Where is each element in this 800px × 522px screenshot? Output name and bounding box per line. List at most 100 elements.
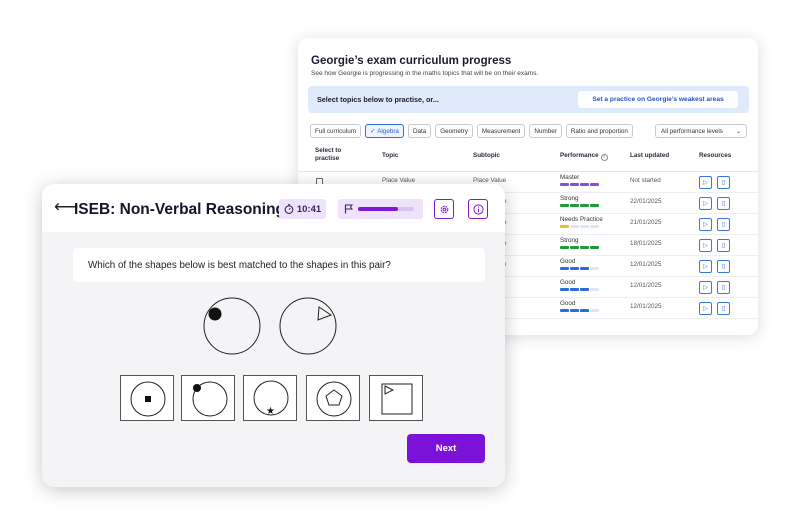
svg-text:★: ★: [266, 406, 275, 417]
play-icon[interactable]: ▷: [699, 260, 712, 273]
row-last-updated: 22/01/2025: [630, 198, 662, 205]
performance-label: Master: [560, 174, 580, 181]
performance-bars: [560, 309, 599, 312]
play-icon[interactable]: ▷: [699, 281, 712, 294]
row-subtopic: Place Value: [473, 177, 507, 184]
performance-bar-segment: [560, 288, 569, 291]
play-icon[interactable]: ▷: [699, 176, 712, 189]
option-5-shape: [381, 383, 413, 415]
book-icon[interactable]: ▯: [717, 239, 730, 252]
row-performance: Needs Practice: [560, 216, 603, 228]
row-last-updated: 12/01/2025: [630, 282, 662, 289]
performance-bar-segment: [590, 267, 599, 270]
row-last-updated: 18/01/2025: [630, 240, 662, 247]
filter-measurement[interactable]: Measurement: [476, 124, 526, 138]
performance-bars: [560, 246, 599, 249]
row-last-updated: 12/01/2025: [630, 303, 662, 310]
row-performance: Master: [560, 174, 599, 186]
book-icon[interactable]: ▯: [717, 197, 730, 210]
col-performance-label: Performance: [560, 152, 599, 159]
performance-bar-segment: [570, 183, 579, 186]
practice-banner-text: Select topics below to practise, or...: [317, 95, 439, 104]
performance-bars: [560, 204, 599, 207]
play-icon[interactable]: ▷: [699, 197, 712, 210]
practice-banner: Select topics below to practise, or... S…: [308, 86, 749, 113]
topic-filters: Full curriculum ✓ Algebra Data Geometry M…: [310, 124, 633, 138]
col-performance: Performance i: [560, 152, 608, 161]
performance-bar-segment: [560, 246, 569, 249]
weakest-areas-button[interactable]: Set a practice on Georgie’s weakest area…: [578, 91, 738, 108]
row-performance: Strong: [560, 195, 599, 207]
book-icon[interactable]: ▯: [717, 218, 730, 231]
play-icon[interactable]: ▷: [699, 302, 712, 315]
performance-bars: [560, 183, 599, 186]
performance-label: Strong: [560, 237, 579, 244]
info-icon[interactable]: i: [600, 154, 608, 161]
performance-label: Needs Practice: [560, 216, 603, 223]
example-shape-1: [203, 297, 261, 355]
filter-data[interactable]: Data: [407, 124, 432, 138]
answer-option-4[interactable]: [306, 375, 360, 421]
performance-label: Strong: [560, 195, 579, 202]
answer-option-5[interactable]: [369, 375, 423, 421]
chevron-down-icon: ⌄: [735, 128, 741, 135]
option-3-shape: ★: [253, 380, 289, 417]
play-icon[interactable]: ▷: [699, 218, 712, 231]
filter-geometry[interactable]: Geometry: [435, 124, 473, 138]
col-subtopic: Subtopic: [473, 152, 500, 159]
row-performance: Good: [560, 300, 599, 312]
performance-level-select[interactable]: All performance levels ⌄: [655, 124, 747, 138]
book-icon[interactable]: ▯: [717, 281, 730, 294]
col-topic: Topic: [382, 152, 399, 159]
performance-label: Good: [560, 258, 576, 265]
filter-algebra-label: Algebra: [377, 127, 399, 135]
performance-bar-segment: [590, 204, 599, 207]
col-updated: Last updated: [630, 152, 670, 159]
performance-bar-segment: [560, 225, 569, 228]
performance-bar-segment: [560, 204, 569, 207]
filter-number[interactable]: Number: [529, 124, 562, 138]
performance-bar-segment: [590, 183, 599, 186]
filter-full-curriculum[interactable]: Full curriculum: [310, 124, 361, 138]
performance-bar-segment: [560, 267, 569, 270]
book-icon[interactable]: ▯: [717, 176, 730, 189]
performance-bar-segment: [560, 309, 569, 312]
performance-bar-segment: [580, 288, 589, 291]
filter-algebra[interactable]: ✓ Algebra: [364, 124, 404, 138]
performance-bar-segment: [560, 183, 569, 186]
performance-bar-segment: [570, 204, 579, 207]
col-resources: Resources: [699, 152, 732, 159]
performance-bar-segment: [580, 267, 589, 270]
answer-option-3[interactable]: ★: [243, 375, 297, 421]
performance-bar-segment: [570, 288, 579, 291]
filter-ratio-proportion[interactable]: Ratio and proportion: [565, 124, 633, 138]
option-1-shape: [130, 381, 166, 417]
performance-bars: [560, 267, 599, 270]
quiz-panel: ⟵ ISEB: Non-Verbal Reasoning 10:41 Which…: [42, 184, 505, 487]
performance-bar-segment: [590, 309, 599, 312]
row-last-updated: 21/01/2025: [630, 219, 662, 226]
answer-option-2[interactable]: [181, 375, 235, 421]
table-header: Select to practise Topic Subtopic Perfor…: [298, 144, 758, 172]
row-topic: Place Value: [382, 177, 416, 184]
performance-level-value: All performance levels: [661, 127, 723, 135]
performance-bars: [560, 225, 603, 228]
performance-bar-segment: [570, 309, 579, 312]
performance-bar-segment: [590, 246, 599, 249]
example-shape-2: [279, 297, 337, 355]
performance-bar-segment: [590, 225, 599, 228]
book-icon[interactable]: ▯: [717, 302, 730, 315]
curriculum-subtitle: See how Georgie is progressing in the ma…: [311, 70, 539, 77]
play-icon[interactable]: ▷: [699, 239, 712, 252]
performance-bar-segment: [580, 183, 589, 186]
performance-bar-segment: [570, 267, 579, 270]
next-button[interactable]: Next: [407, 434, 485, 463]
performance-bar-segment: [590, 288, 599, 291]
performance-bar-segment: [580, 225, 589, 228]
row-performance: Strong: [560, 237, 599, 249]
answer-option-1[interactable]: [120, 375, 174, 421]
performance-label: Good: [560, 279, 576, 286]
row-performance: Good: [560, 279, 599, 291]
book-icon[interactable]: ▯: [717, 260, 730, 273]
performance-bar-segment: [570, 225, 579, 228]
